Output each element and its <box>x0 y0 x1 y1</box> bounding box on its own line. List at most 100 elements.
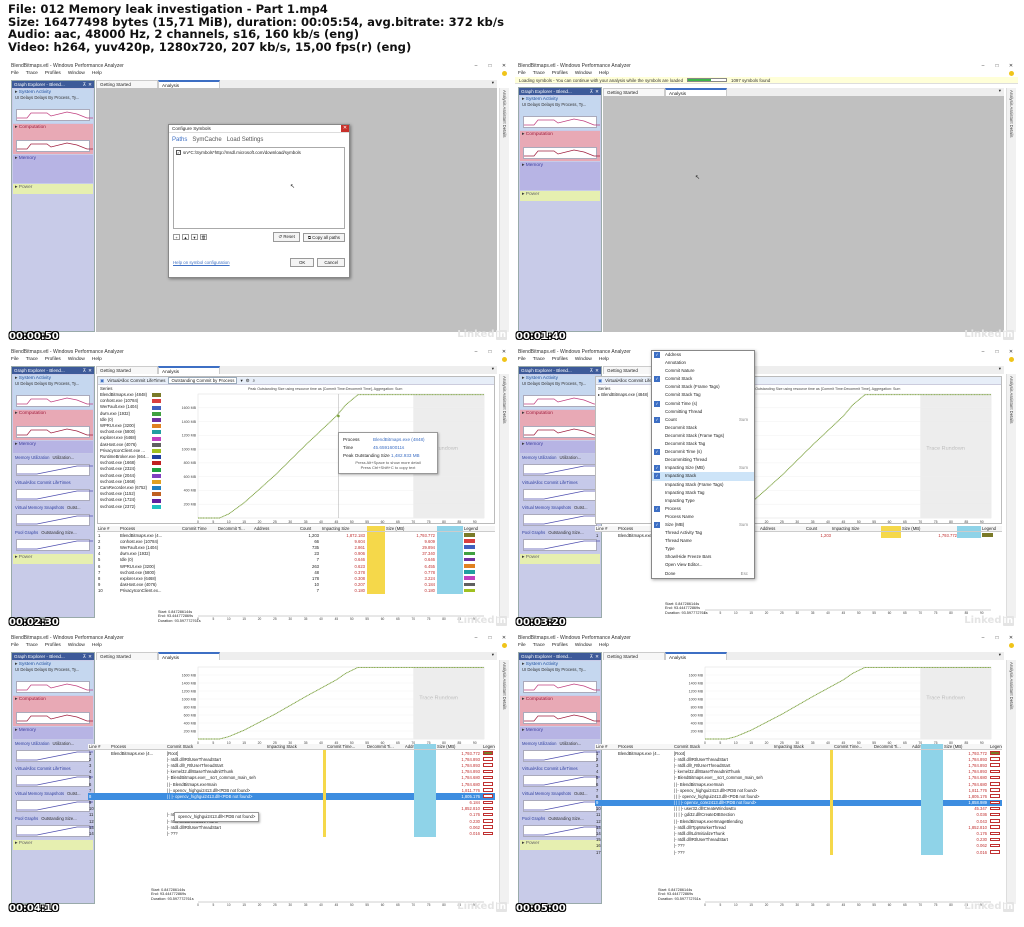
close-icon[interactable]: ✕ <box>88 82 92 88</box>
help-symbol-link[interactable]: Help on symbol configuration <box>173 260 230 265</box>
column-header[interactable]: Count <box>805 526 831 531</box>
close-icon[interactable]: ✕ <box>595 89 599 95</box>
column-header[interactable]: Impacting Stack <box>266 744 326 749</box>
column-header[interactable] <box>414 744 436 749</box>
column-header[interactable]: Impacting Size <box>321 526 367 531</box>
menu-item[interactable]: Thread Activity Tag <box>652 529 754 537</box>
menu-help[interactable]: Help <box>92 71 102 76</box>
close-icon[interactable]: ✕ <box>341 125 349 132</box>
column-header[interactable]: Commit Stack <box>673 744 773 749</box>
mini-graph[interactable] <box>523 147 600 159</box>
delete-icon[interactable]: 🗑 <box>200 234 207 240</box>
group-memory[interactable]: ▸ Memory <box>520 162 600 190</box>
column-header[interactable]: Line # <box>97 526 119 531</box>
tab-symcache[interactable]: SymCache <box>192 137 221 143</box>
menu-item[interactable]: ✓ Address <box>652 351 754 359</box>
column-header[interactable]: Address <box>253 526 299 531</box>
menu-trace[interactable]: Trace <box>26 71 38 76</box>
menu-item[interactable]: Impacting Type <box>652 497 754 505</box>
tab-getting-started[interactable]: Getting Started <box>603 88 665 96</box>
pin-icon[interactable]: ⊼ <box>83 82 86 88</box>
column-header[interactable]: Impacting Size <box>831 526 881 531</box>
column-header[interactable]: Line # <box>595 526 617 531</box>
column-header[interactable]: Line # <box>88 744 110 749</box>
column-header[interactable]: Size (MB) <box>901 526 957 531</box>
column-header[interactable]: Decommit Ti... <box>873 744 911 749</box>
table-row[interactable]: 17 |- ??? 0.016 <box>595 849 1002 856</box>
menu-item[interactable]: ✓ Impacting Size (MB) Sum <box>652 464 754 472</box>
menu-item[interactable]: ✓ Decommit Time (s) <box>652 448 754 456</box>
column-header[interactable]: Addr <box>404 744 414 749</box>
ok-button[interactable]: OK <box>289 258 315 267</box>
add-icon[interactable]: + <box>173 234 180 240</box>
smiley-icon[interactable] <box>502 71 507 76</box>
menu-item[interactable]: Annotation <box>652 359 754 367</box>
menu-item[interactable]: Thread Name <box>652 537 754 545</box>
table-row[interactable]: 10 PrivacyIconClient.ex... 7 0.180 0.180 <box>97 587 495 594</box>
column-header[interactable]: Impacting Stack <box>773 744 833 749</box>
reset-button[interactable]: ↺ Reset <box>273 232 300 242</box>
group-memory[interactable]: ▸ Memory <box>13 155 93 183</box>
menu-item[interactable]: Decommitting Thread <box>652 456 754 464</box>
column-header[interactable]: Commit Stack <box>166 744 266 749</box>
mini-graph[interactable] <box>16 109 93 121</box>
menu-profiles[interactable]: Profiles <box>45 71 61 76</box>
column-header[interactable]: Size (MB) <box>385 526 437 531</box>
group-computation[interactable]: ▸ Computation <box>520 131 600 161</box>
menu-item[interactable]: Type <box>652 545 754 553</box>
column-header[interactable]: Addr <box>911 744 921 749</box>
menu-item[interactable]: ✓ Size (MB) Sum <box>652 521 754 529</box>
table-row[interactable]: 14 |- ??? 0.016 <box>88 830 495 837</box>
tab-analysis[interactable]: Analysis <box>665 88 727 96</box>
group-system-activity[interactable]: ▸ System Activity UI Delays Delays By Pro… <box>13 89 93 123</box>
smiley-icon[interactable] <box>1009 71 1014 76</box>
column-header[interactable]: Legend <box>482 744 495 749</box>
menu-item[interactable]: ✓ Process <box>652 505 754 513</box>
pin-icon[interactable]: ⊼ <box>590 89 593 95</box>
tab-paths[interactable]: Paths <box>172 137 187 143</box>
maximize-icon[interactable]: □ <box>483 63 497 69</box>
menu-item[interactable]: ✓ Count Sum <box>652 416 754 424</box>
process-data-grid[interactable]: Line # Process Commit Time Decommit Ti... Ad… <box>97 526 495 594</box>
right-side-panel[interactable]: Analysis Assistant Details <box>499 88 509 332</box>
column-header[interactable] <box>437 526 463 531</box>
menu-item[interactable]: Decommit Stack (Frame Tags) <box>652 432 754 440</box>
chevron-down-icon[interactable]: ▾ <box>492 80 494 88</box>
stack-data-grid[interactable]: Line # Process Commit Stack Impacting Stack… <box>595 744 1002 856</box>
column-header[interactable]: Line # <box>595 744 617 749</box>
menu-item[interactable]: ✓ Commit Stack <box>652 375 754 383</box>
menu-help[interactable]: Help <box>599 71 609 76</box>
column-header[interactable]: Process <box>119 526 181 531</box>
menu-item[interactable]: Decommit Stack Tag <box>652 440 754 448</box>
menu-file[interactable]: File <box>11 71 19 76</box>
menu-item[interactable]: Committing Thread <box>652 408 754 416</box>
checkbox-icon[interactable]: ✓ <box>176 150 181 155</box>
menu-item[interactable]: Impacting Stack (Frame Tags) <box>652 481 754 489</box>
column-header[interactable]: Legend <box>989 744 1002 749</box>
column-header[interactable]: Commit Time... <box>326 744 366 749</box>
menu-item[interactable]: ✓ Commit Time (s) <box>652 400 754 408</box>
menu-profiles[interactable]: Profiles <box>552 71 568 76</box>
menu-trace[interactable]: Trace <box>533 71 545 76</box>
tab-analysis[interactable]: Analysis <box>158 80 220 88</box>
column-header[interactable]: Legend <box>463 526 493 531</box>
column-header[interactable]: Commit Time <box>181 526 217 531</box>
tab-load-settings[interactable]: Load Settings <box>227 137 264 143</box>
symbol-path-list[interactable]: ✓ srv*C:\Symbols*http://msdl.microsoft.co… <box>173 147 345 229</box>
group-power[interactable]: ▸ Power <box>13 184 93 194</box>
column-header[interactable]: Size (MB) <box>943 744 989 749</box>
close-icon[interactable]: ✕ <box>1004 63 1018 69</box>
column-header[interactable]: Commit Time... <box>833 744 873 749</box>
right-side-panel[interactable]: Analysis Assistant Details <box>1006 88 1016 332</box>
menu-item[interactable]: Done Esc <box>652 570 754 578</box>
column-chooser-menu[interactable]: ✓ Address Annotation Commit Nature ✓ Commit S… <box>651 350 755 579</box>
menu-item[interactable]: Commit Stack (Frame Tags) <box>652 383 754 391</box>
menu-item[interactable]: Process Name <box>652 513 754 521</box>
tab-getting-started[interactable]: Getting Started <box>96 80 158 88</box>
mini-graph[interactable] <box>523 116 600 128</box>
column-header[interactable]: Size (MB) <box>436 744 482 749</box>
column-header[interactable] <box>957 526 981 531</box>
menu-item[interactable]: Open View Editor... <box>652 561 754 569</box>
menu-item[interactable]: Decommit Stack <box>652 424 754 432</box>
minimize-icon[interactable]: – <box>976 63 990 69</box>
